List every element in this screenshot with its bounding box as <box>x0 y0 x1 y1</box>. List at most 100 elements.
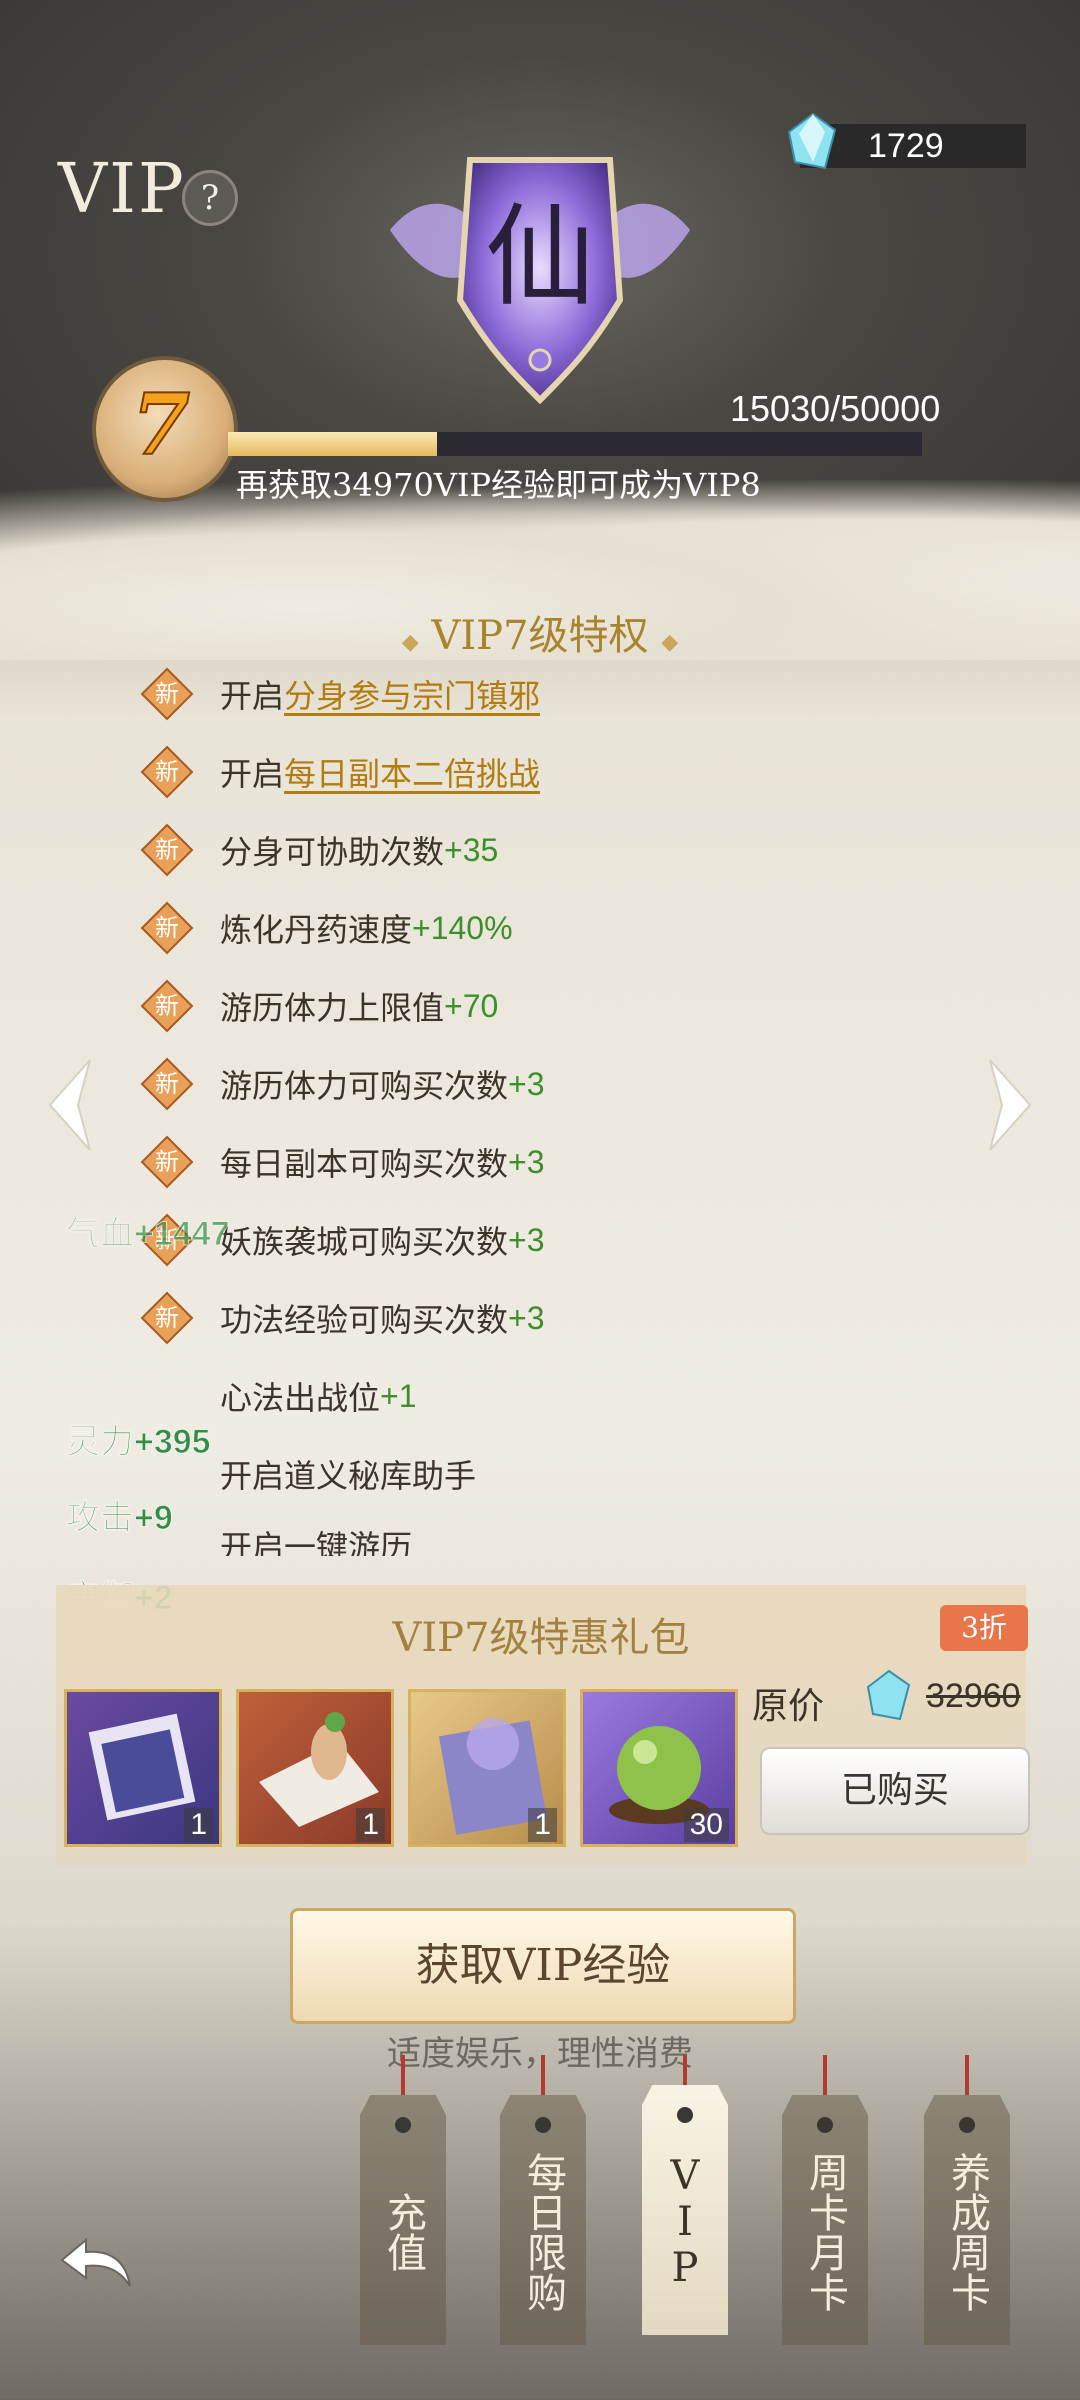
page-title: VIP <box>58 150 186 229</box>
privilege-row: 新 炼化丹药速度 +140% <box>140 898 513 958</box>
prev-level-arrow-icon[interactable] <box>40 1055 100 1155</box>
exp-progress-fill <box>228 432 437 456</box>
gift-item-green-orb[interactable]: 30 <box>580 1689 738 1847</box>
privilege-value: +35 <box>444 831 499 868</box>
diamond-right-icon: ◆ <box>661 630 679 655</box>
new-badge-icon: 新 <box>140 1291 194 1345</box>
privilege-value: +140% <box>412 909 513 946</box>
privilege-text: 游历体力可购买次数 <box>220 1067 509 1105</box>
privilege-link[interactable]: 每日副本二倍挑战 <box>284 749 540 795</box>
svg-text:仙: 仙 <box>485 193 595 321</box>
get-vip-exp-button[interactable]: 获取VIP经验 <box>290 1908 796 2024</box>
moderation-note: 适度娱乐，理性消费 <box>387 2034 693 2074</box>
privilege-value: +3 <box>508 1065 545 1102</box>
privilege-text: 开启一键游历 <box>220 1528 413 1556</box>
purchased-button[interactable]: 已购买 <box>760 1747 1030 1835</box>
tab-label: VIP <box>662 2153 708 2291</box>
tab-label: 养成周卡 <box>944 2152 990 2312</box>
new-badge-text: 新 <box>155 992 179 1020</box>
vip-emblem-icon: 仙 <box>390 157 690 405</box>
privilege-row: 新 功法经验可购买次数 +3 <box>140 1288 545 1348</box>
privilege-value: +3 <box>508 1221 545 1258</box>
gift-pack-title: VIP7级特惠礼包 <box>392 1615 690 1661</box>
privilege-row: 新 开启 每日副本二倍挑战 <box>140 742 540 802</box>
privilege-text: 功法经验可购买次数 <box>220 1301 509 1339</box>
back-arrow-icon[interactable] <box>56 2232 136 2292</box>
new-badge-icon: 新 <box>140 745 194 799</box>
new-badge-text: 新 <box>155 758 179 786</box>
privileges-title: ◆ VIP7级特权 ◆ <box>0 603 1080 661</box>
privilege-value: +3 <box>508 1299 545 1336</box>
exp-progress-bar <box>228 432 922 456</box>
privilege-row: 新 开启 分身参与宗门镇邪 <box>140 664 540 724</box>
tab-hole <box>395 2117 411 2133</box>
tab-label: 充值 <box>380 2192 426 2272</box>
privilege-text: 开启 <box>220 755 285 793</box>
original-price: 32960 <box>926 1677 1021 1715</box>
tab-label: 每日限购 <box>520 2152 566 2312</box>
new-badge-icon: 新 <box>140 823 194 877</box>
tab-1[interactable]: 充值 <box>360 2095 446 2345</box>
tab-hole <box>535 2117 551 2133</box>
privilege-text: 每日副本可购买次数 <box>220 1145 509 1183</box>
privilege-text: 妖族袭城可购买次数 <box>220 1223 509 1261</box>
help-button[interactable]: ? <box>182 170 238 226</box>
tab-2[interactable]: 每日限购 <box>500 2095 586 2345</box>
privilege-text: 开启道义秘库助手 <box>220 1457 477 1495</box>
tab-5[interactable]: 养成周卡 <box>924 2095 1010 2345</box>
privilege-text: 开启 <box>220 677 285 715</box>
original-price-label: 原价 <box>752 1686 825 1727</box>
new-badge-icon: 新 <box>140 979 194 1033</box>
privileges-title-text: VIP7级特权 <box>431 613 649 659</box>
item-count: 1 <box>356 1808 385 1842</box>
privilege-row: 开启一键游历 <box>140 1522 412 1556</box>
privilege-row: 新 每日副本可购买次数 +3 <box>140 1132 545 1192</box>
tab-hole <box>677 2107 693 2123</box>
gift-item-ginseng-pack[interactable]: 1 <box>236 1689 394 1847</box>
privilege-link[interactable]: 分身参与宗门镇邪 <box>284 671 540 717</box>
gem-icon <box>787 112 837 170</box>
diamond-left-icon: ◆ <box>401 630 419 655</box>
gift-item-scroll-book[interactable]: 1 <box>64 1689 222 1847</box>
item-count: 30 <box>683 1808 729 1842</box>
tab-4[interactable]: 周卡月卡 <box>782 2095 868 2345</box>
privilege-value: +3 <box>508 1143 545 1180</box>
tab-3[interactable]: VIP <box>642 2085 728 2335</box>
new-badge-icon: 新 <box>140 901 194 955</box>
privilege-text: 游历体力上限值 <box>220 989 445 1027</box>
item-count: 1 <box>184 1808 213 1842</box>
gem-icon <box>866 1669 911 1721</box>
discount-badge: 3折 <box>940 1605 1028 1651</box>
item-count: 1 <box>528 1808 557 1842</box>
vip-level-number: 7 <box>131 374 191 475</box>
new-badge-icon: 新 <box>140 1057 194 1111</box>
new-badge-text: 新 <box>155 836 179 864</box>
new-badge-text: 新 <box>155 1070 179 1098</box>
next-level-arrow-icon[interactable] <box>980 1055 1040 1155</box>
stat-lingli: 灵力+395 <box>66 1423 212 1462</box>
new-badge-text: 新 <box>155 680 179 708</box>
new-badge-text: 新 <box>155 1148 179 1176</box>
tab-hole <box>817 2117 833 2133</box>
stat-qixue: 气血+1447 <box>66 1215 230 1254</box>
exp-progress-text: 15030/50000 <box>730 388 941 429</box>
privilege-row: 新 游历体力可购买次数 +3 <box>140 1054 545 1114</box>
privilege-text: 炼化丹药速度 <box>220 911 413 949</box>
exp-hint: 再获取34970VIP经验即可成为VIP8 <box>236 466 761 504</box>
new-badge-icon: 新 <box>140 667 194 721</box>
gem-count: 1729 <box>868 127 944 165</box>
gift-pack-panel: VIP7级特惠礼包 3折 1 1 1 30 原价 32960 已购买 <box>56 1585 1030 1865</box>
privilege-row: 新 游历体力上限值 +70 <box>140 976 498 1036</box>
stat-gongji: 攻击+9 <box>66 1499 174 1538</box>
privilege-value: +1 <box>380 1377 417 1414</box>
tab-hole <box>959 2117 975 2133</box>
privilege-text: 分身可协助次数 <box>220 833 445 871</box>
privilege-text: 心法出战位 <box>220 1379 381 1417</box>
new-badge-text: 新 <box>155 914 179 942</box>
tab-label: 周卡月卡 <box>802 2152 848 2312</box>
new-badge-icon: 新 <box>140 1135 194 1189</box>
gift-item-xiuwei-scroll[interactable]: 1 <box>408 1689 566 1847</box>
new-badge-text: 新 <box>155 1304 179 1332</box>
privilege-value: +70 <box>444 987 499 1024</box>
privilege-row: 新 分身可协助次数 +35 <box>140 820 498 880</box>
